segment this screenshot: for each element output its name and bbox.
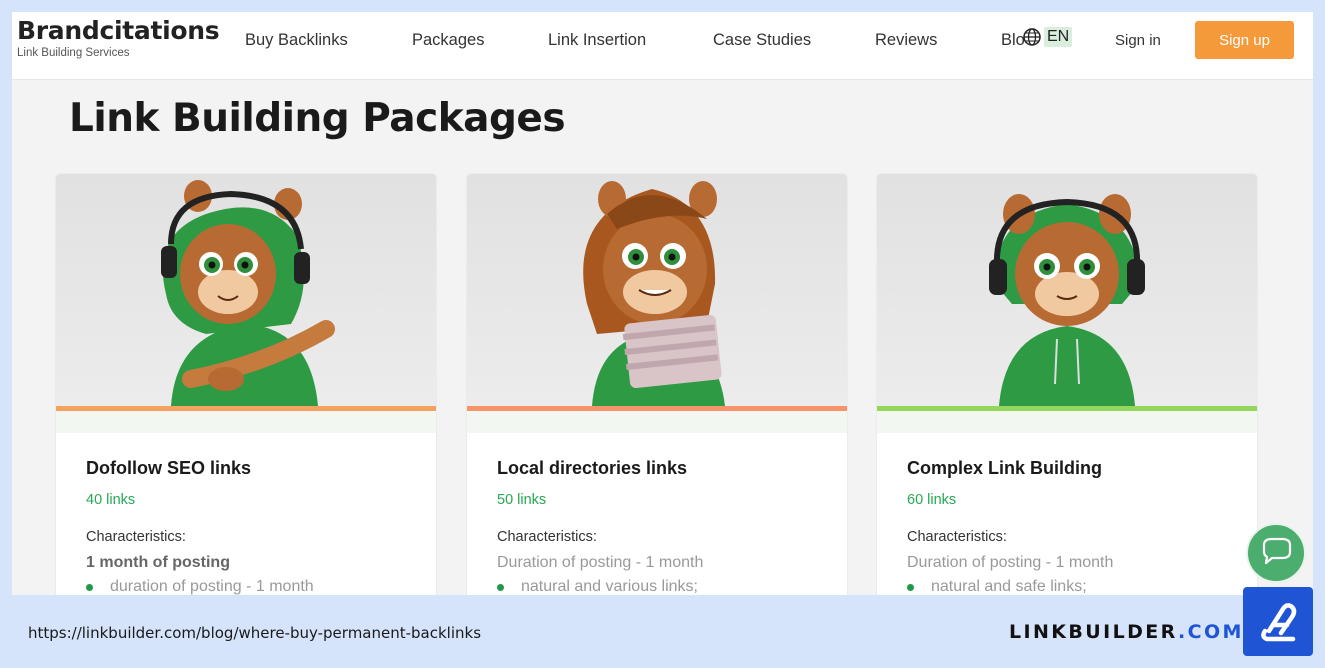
card-links-count: 40 links <box>86 492 136 508</box>
card-characteristics-label: Characteristics: <box>86 529 186 545</box>
brand-logo[interactable]: Brandcitations Link Building Services <box>17 16 220 60</box>
package-card-complex-link-building[interactable]: Complex Link Building 60 links Character… <box>877 174 1257 595</box>
card-characteristics-label: Characteristics: <box>497 529 597 545</box>
bullet-dot-icon <box>86 583 93 591</box>
chat-bubble-icon <box>1262 537 1292 565</box>
card-duration: Duration of posting - 1 month <box>497 554 704 571</box>
page-title: Link Building Packages <box>69 96 566 141</box>
package-card-dofollow[interactable]: Dofollow SEO links 40 links Characterist… <box>56 174 436 595</box>
browser-page: Brandcitations Link Building Services Bu… <box>12 12 1313 595</box>
linkbuilder-logo-icon <box>1243 587 1313 656</box>
wordmark-main: LINKBUILDER <box>1009 621 1179 643</box>
card-links-count: 50 links <box>497 492 547 508</box>
site-header: Brandcitations Link Building Services Bu… <box>12 12 1313 80</box>
card-duration: Duration of posting - 1 month <box>907 554 1114 571</box>
nav-link-insertion[interactable]: Link Insertion <box>548 31 646 50</box>
package-card-local-directories[interactable]: Local directories links 50 links Charact… <box>467 174 847 595</box>
sign-in-link[interactable]: Sign in <box>1115 32 1161 49</box>
bullet-text: natural and various links; <box>521 578 698 595</box>
nav-packages[interactable]: Packages <box>412 31 484 50</box>
card-duration: 1 month of posting <box>86 554 230 571</box>
source-url: https://linkbuilder.com/blog/where-buy-p… <box>28 624 482 642</box>
nav-reviews[interactable]: Reviews <box>875 31 937 50</box>
linkbuilder-wordmark: LINKBUILDER.COM <box>1009 621 1244 643</box>
globe-icon <box>1023 28 1041 46</box>
chipmunk-mascot-image <box>989 194 1145 406</box>
card-bullet-item: natural and safe links; <box>907 578 1087 595</box>
nav-buy-backlinks[interactable]: Buy Backlinks <box>245 31 348 50</box>
chat-button[interactable] <box>1246 523 1306 583</box>
language-code: EN <box>1044 27 1073 47</box>
package-image <box>877 174 1257 406</box>
bullet-text: duration of posting - 1 month <box>110 578 314 595</box>
brand-name: Brandcitations <box>17 16 220 45</box>
chipmunk-mascot-image <box>583 181 725 406</box>
brand-tagline: Link Building Services <box>17 47 130 59</box>
card-title: Complex Link Building <box>907 458 1103 478</box>
card-bullet-item: natural and various links; <box>497 578 698 595</box>
bullet-dot-icon <box>907 583 914 591</box>
package-image <box>56 174 436 406</box>
package-image <box>467 174 847 406</box>
bullet-text: natural and safe links; <box>931 578 1087 595</box>
card-title: Local directories links <box>497 458 688 478</box>
wordmark-tld: .COM <box>1178 621 1244 643</box>
card-title: Dofollow SEO links <box>86 458 252 478</box>
card-bullet-item: duration of posting - 1 month <box>86 578 314 595</box>
chipmunk-mascot-image <box>161 180 335 406</box>
card-links-count: 60 links <box>907 492 957 508</box>
card-characteristics-label: Characteristics: <box>907 529 1007 545</box>
language-selector[interactable]: EN <box>1022 27 1073 47</box>
bullet-dot-icon <box>497 583 504 591</box>
nav-case-studies[interactable]: Case Studies <box>713 31 811 50</box>
sign-up-button[interactable]: Sign up <box>1195 21 1294 59</box>
